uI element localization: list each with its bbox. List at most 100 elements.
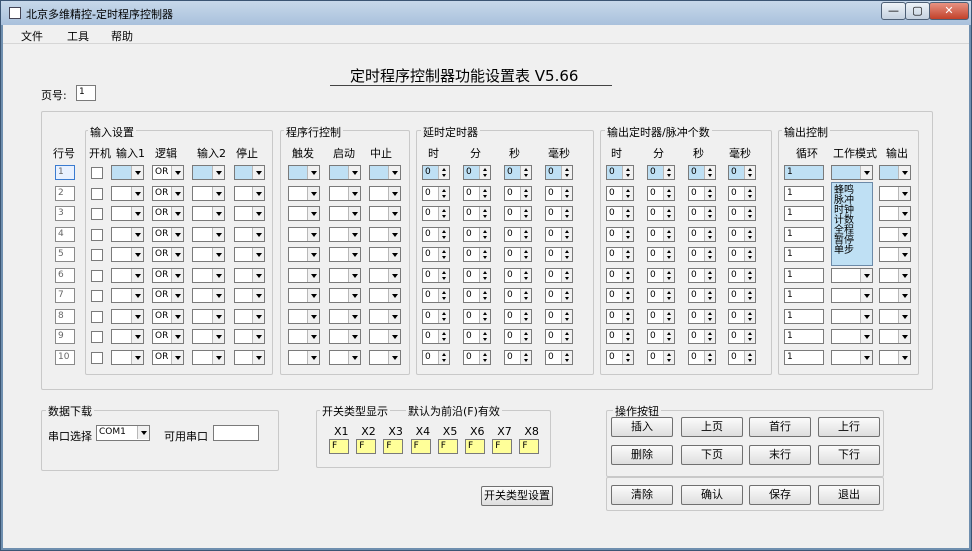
bottom-button-2[interactable]: 保存 (749, 485, 811, 505)
abort-select[interactable] (369, 329, 401, 344)
start-select[interactable] (329, 185, 361, 201)
output-timer-spinner[interactable]: 0 (728, 349, 756, 365)
output-select[interactable] (879, 206, 911, 221)
delay-spinner[interactable]: 0 (504, 329, 532, 344)
loop-count-input[interactable]: 1 (784, 349, 824, 365)
delay-spinner[interactable]: 0 (463, 247, 491, 262)
delay-spinner[interactable]: 0 (463, 349, 491, 365)
delay-spinner[interactable]: 0 (545, 247, 573, 262)
input1-select[interactable] (111, 185, 144, 201)
bottom-button-3[interactable]: 退出 (818, 485, 880, 505)
delay-spinner[interactable]: 0 (504, 185, 532, 201)
stop-select[interactable] (234, 185, 265, 201)
delay-spinner[interactable]: 0 (463, 329, 491, 344)
output-timer-spinner[interactable]: 0 (647, 267, 675, 283)
trigger-select[interactable] (288, 329, 320, 344)
input2-select[interactable] (192, 165, 225, 180)
delay-spinner[interactable]: 0 (545, 267, 573, 283)
output-timer-spinner[interactable]: 0 (728, 308, 756, 324)
abort-select[interactable] (369, 288, 401, 303)
abort-select[interactable] (369, 165, 401, 180)
input2-select[interactable] (192, 267, 225, 283)
op-button-6[interactable]: 末行 (749, 445, 811, 465)
output-timer-spinner[interactable]: 0 (728, 247, 756, 262)
start-select[interactable] (329, 206, 361, 221)
output-timer-spinner[interactable]: 0 (606, 308, 634, 324)
maximize-button[interactable]: ▢ (905, 2, 930, 20)
delay-spinner[interactable]: 0 (504, 308, 532, 324)
input1-select[interactable] (111, 165, 144, 180)
power-on-checkbox[interactable] (91, 249, 103, 261)
trigger-select[interactable] (288, 288, 320, 303)
delay-spinner[interactable]: 0 (504, 267, 532, 283)
start-select[interactable] (329, 288, 361, 303)
delay-spinner[interactable]: 0 (422, 288, 450, 303)
trigger-select[interactable] (288, 165, 320, 180)
power-on-checkbox[interactable] (91, 187, 103, 200)
abort-select[interactable] (369, 247, 401, 262)
start-select[interactable] (329, 308, 361, 324)
output-timer-spinner[interactable]: 0 (647, 185, 675, 201)
abort-select[interactable] (369, 349, 401, 365)
output-select[interactable] (879, 329, 911, 344)
output-timer-spinner[interactable]: 0 (647, 206, 675, 221)
logic-select[interactable]: OR (152, 185, 184, 201)
abort-select[interactable] (369, 226, 401, 242)
menu-file[interactable]: 文件 (21, 28, 43, 44)
output-select[interactable] (879, 349, 911, 365)
trigger-select[interactable] (288, 267, 320, 283)
delay-spinner[interactable]: 0 (545, 308, 573, 324)
delay-spinner[interactable]: 0 (463, 308, 491, 324)
delay-spinner[interactable]: 0 (504, 247, 532, 262)
stop-select[interactable] (234, 165, 265, 180)
input2-select[interactable] (192, 329, 225, 344)
power-on-checkbox[interactable] (91, 228, 103, 241)
stop-select[interactable] (234, 329, 265, 344)
work-mode-select[interactable] (831, 267, 873, 283)
power-on-checkbox[interactable] (91, 208, 103, 220)
delay-spinner[interactable]: 0 (463, 267, 491, 283)
output-timer-spinner[interactable]: 0 (606, 226, 634, 242)
input1-select[interactable] (111, 349, 144, 365)
work-mode-select[interactable] (831, 165, 873, 180)
work-mode-select[interactable] (831, 308, 873, 324)
input2-select[interactable] (192, 349, 225, 365)
start-select[interactable] (329, 329, 361, 344)
delay-spinner[interactable]: 0 (545, 206, 573, 221)
delay-spinner[interactable]: 0 (545, 329, 573, 344)
loop-count-input[interactable]: 1 (784, 206, 824, 221)
output-timer-spinner[interactable]: 0 (606, 165, 634, 180)
output-timer-spinner[interactable]: 0 (606, 206, 634, 221)
logic-select[interactable]: OR (152, 226, 184, 242)
output-timer-spinner[interactable]: 0 (688, 267, 716, 283)
logic-select[interactable]: OR (152, 349, 184, 365)
stop-select[interactable] (234, 308, 265, 324)
output-timer-spinner[interactable]: 0 (728, 267, 756, 283)
input1-select[interactable] (111, 288, 144, 303)
delay-spinner[interactable]: 0 (422, 349, 450, 365)
start-select[interactable] (329, 267, 361, 283)
logic-select[interactable]: OR (152, 329, 184, 344)
input1-select[interactable] (111, 247, 144, 262)
op-button-7[interactable]: 下行 (818, 445, 880, 465)
delay-spinner[interactable]: 0 (422, 185, 450, 201)
loop-count-input[interactable]: 1 (784, 226, 824, 242)
input1-select[interactable] (111, 329, 144, 344)
logic-select[interactable]: OR (152, 308, 184, 324)
loop-count-input[interactable]: 1 (784, 329, 824, 344)
power-on-checkbox[interactable] (91, 310, 103, 323)
delay-spinner[interactable]: 0 (504, 226, 532, 242)
start-select[interactable] (329, 165, 361, 180)
output-select[interactable] (879, 226, 911, 242)
output-timer-spinner[interactable]: 0 (647, 165, 675, 180)
delay-spinner[interactable]: 0 (504, 288, 532, 303)
abort-select[interactable] (369, 185, 401, 201)
delay-spinner[interactable]: 0 (545, 288, 573, 303)
output-timer-spinner[interactable]: 0 (688, 349, 716, 365)
start-select[interactable] (329, 226, 361, 242)
trigger-select[interactable] (288, 206, 320, 221)
input1-select[interactable] (111, 226, 144, 242)
delay-spinner[interactable]: 0 (545, 349, 573, 365)
logic-select[interactable]: OR (152, 206, 184, 221)
output-timer-spinner[interactable]: 0 (688, 247, 716, 262)
